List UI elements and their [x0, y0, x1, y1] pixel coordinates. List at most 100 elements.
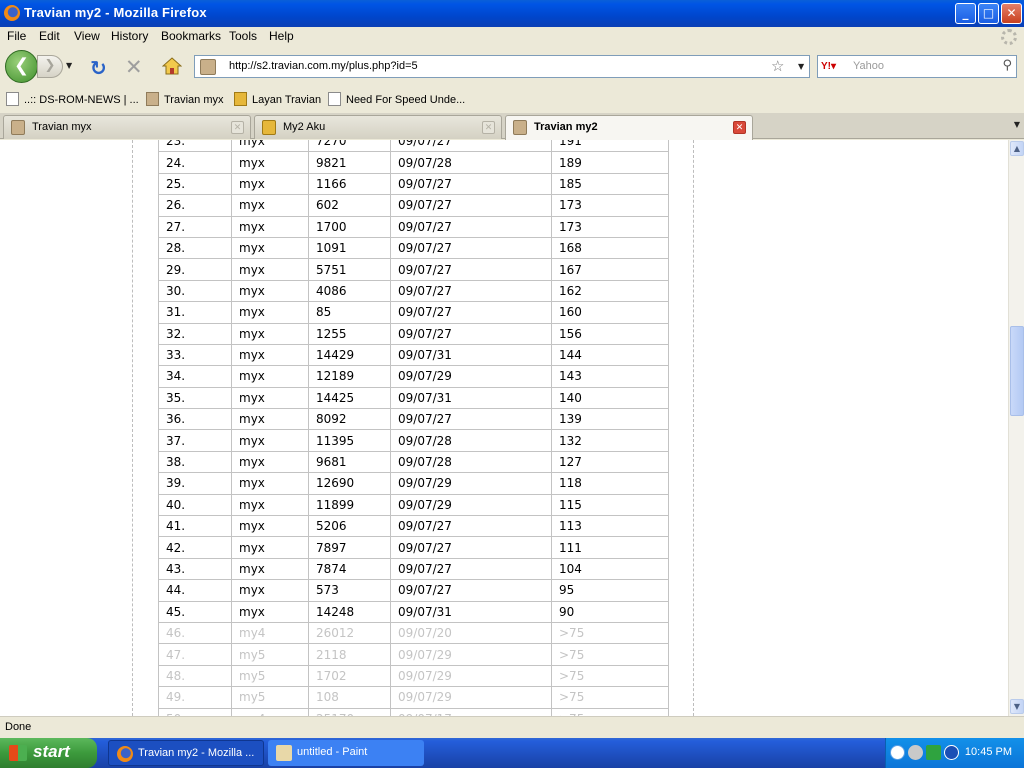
date-cell: 09/07/29 — [390, 472, 552, 495]
search-magnifier-icon[interactable]: ⚲ — [1002, 58, 1012, 73]
menu-tools[interactable]: Tools — [229, 29, 257, 43]
table-row: 49. my5 108 09/07/29 >75 — [158, 686, 669, 709]
date-cell: 09/07/27 — [390, 172, 552, 196]
travian-icon — [11, 120, 25, 135]
table-row: 29. myx 5751 09/07/27 167 — [158, 258, 669, 281]
rank-cell: 47. — [158, 643, 232, 666]
close-tab-icon[interactable]: ✕ — [231, 121, 244, 134]
close-tab-icon[interactable]: ✕ — [482, 121, 495, 134]
player-cell: myx — [231, 557, 309, 581]
home-button[interactable] — [162, 57, 182, 75]
close-window-button[interactable]: ✕ — [1001, 3, 1022, 24]
value-cell: 1700 — [308, 215, 391, 238]
tray-expand-icon[interactable] — [890, 745, 905, 760]
menu-file[interactable]: File — [7, 29, 26, 43]
rank-cell: 44. — [158, 579, 232, 602]
tray-agent-icon[interactable] — [944, 745, 959, 760]
search-input[interactable]: Yahoo — [853, 60, 884, 72]
page-icon — [6, 92, 19, 106]
date-cell: 09/07/27 — [390, 194, 552, 217]
rank-cell: 41. — [158, 515, 232, 538]
player-cell: myx — [231, 515, 309, 538]
rank-cell: 36. — [158, 408, 232, 431]
url-dropdown-icon[interactable]: ▼ — [798, 62, 804, 71]
score-cell: 118 — [551, 472, 669, 495]
menu-history[interactable]: History — [111, 29, 148, 43]
score-cell: 113 — [551, 515, 669, 538]
tab-travian-my2[interactable]: Travian my2 ✕ — [505, 115, 753, 140]
site-favicon-icon — [200, 59, 216, 75]
window-titlebar: Travian my2 - Mozilla Firefox _ □ ✕ — [0, 0, 1024, 27]
tab-my2-aku[interactable]: My2 Aku ✕ — [254, 115, 502, 139]
score-cell: 139 — [551, 408, 669, 431]
value-cell: 12189 — [308, 365, 391, 388]
rank-cell: 49. — [158, 686, 232, 709]
ranking-table: 23. myx 7270 09/07/27 191 24. myx 9821 09/07/28 1… — [158, 140, 669, 716]
forward-button[interactable]: ❯ — [37, 55, 63, 78]
paint-icon — [276, 745, 292, 761]
window-title: Travian my2 - Mozilla Firefox — [24, 5, 207, 20]
date-cell: 09/07/27 — [390, 236, 552, 260]
rank-cell: 28. — [158, 236, 232, 260]
value-cell: 11395 — [308, 429, 391, 452]
value-cell: 7270 — [308, 140, 391, 153]
history-dropdown-icon[interactable]: ▼ — [66, 61, 72, 70]
minimize-button[interactable]: _ — [955, 3, 976, 24]
maximize-button[interactable]: □ — [978, 3, 999, 24]
start-button[interactable]: start — [0, 738, 97, 768]
tab-travian-myx[interactable]: Travian myx ✕ — [3, 115, 251, 139]
taskbar-item-firefox[interactable]: Travian my2 - Mozilla ... — [108, 740, 264, 766]
vertical-scrollbar[interactable]: ▲ ▼ — [1008, 140, 1024, 716]
score-cell: 160 — [551, 301, 669, 324]
bookmark-item[interactable]: Need For Speed Unde... — [328, 92, 465, 106]
reload-button[interactable]: ↻ — [90, 56, 107, 80]
yahoo-engine-icon[interactable]: Y!▾ — [821, 59, 847, 75]
stop-button[interactable]: ✕ — [125, 55, 143, 79]
scrollbar-thumb[interactable] — [1010, 326, 1024, 416]
value-cell: 4086 — [308, 279, 391, 303]
bookmark-item[interactable]: ..:: DS-ROM-NEWS | ... — [6, 92, 139, 106]
menu-help[interactable]: Help — [269, 29, 294, 43]
value-cell: 1255 — [308, 322, 391, 345]
table-row: 33. myx 14429 09/07/31 144 — [158, 343, 669, 367]
player-cell: myx — [231, 472, 309, 495]
tab-list-dropdown-icon[interactable]: ▼ — [1014, 120, 1020, 129]
close-tab-icon[interactable]: ✕ — [733, 121, 746, 134]
score-cell: >75 — [551, 643, 669, 666]
url-text[interactable]: http://s2.travian.com.my/plus.php?id=5 — [229, 60, 418, 72]
table-row: 36. myx 8092 09/07/27 139 — [158, 408, 669, 431]
rank-cell: 32. — [158, 322, 232, 345]
score-cell: 104 — [551, 557, 669, 581]
back-button[interactable]: ❮ — [5, 50, 38, 83]
travian-icon — [146, 92, 159, 106]
player-cell: myx — [231, 322, 309, 345]
scroll-up-icon[interactable]: ▲ — [1010, 141, 1024, 156]
bookmark-item[interactable]: Layan Travian — [234, 92, 321, 106]
bookmark-item[interactable]: Travian myx — [146, 92, 224, 106]
bookmark-star-icon[interactable]: ☆ — [771, 57, 784, 75]
player-cell: myx — [231, 215, 309, 238]
value-cell: 573 — [308, 579, 391, 602]
rank-cell: 35. — [158, 386, 232, 410]
tray-app-icon[interactable] — [908, 745, 923, 760]
scroll-down-icon[interactable]: ▼ — [1010, 699, 1024, 714]
player-cell: myx — [231, 279, 309, 303]
date-cell: 09/07/31 — [390, 386, 552, 410]
menu-view[interactable]: View — [74, 29, 100, 43]
menu-bookmarks[interactable]: Bookmarks — [161, 29, 221, 43]
value-cell: 9681 — [308, 450, 391, 474]
rank-cell: 24. — [158, 151, 232, 174]
score-cell: 185 — [551, 172, 669, 196]
score-cell: 143 — [551, 365, 669, 388]
menu-edit[interactable]: Edit — [39, 29, 60, 43]
network-icon[interactable] — [926, 745, 941, 760]
page-icon — [328, 92, 341, 106]
system-tray: 10:45 PM — [885, 738, 1024, 768]
value-cell: 14248 — [308, 600, 391, 623]
table-row: 37. myx 11395 09/07/28 132 — [158, 429, 669, 452]
url-bar[interactable]: http://s2.travian.com.my/plus.php?id=5 ☆… — [194, 55, 810, 78]
score-cell: 156 — [551, 322, 669, 345]
search-bar[interactable]: Y!▾ Yahoo ⚲ — [817, 55, 1017, 78]
taskbar-item-paint[interactable]: untitled - Paint — [268, 740, 424, 766]
date-cell: 09/07/27 — [390, 408, 552, 431]
